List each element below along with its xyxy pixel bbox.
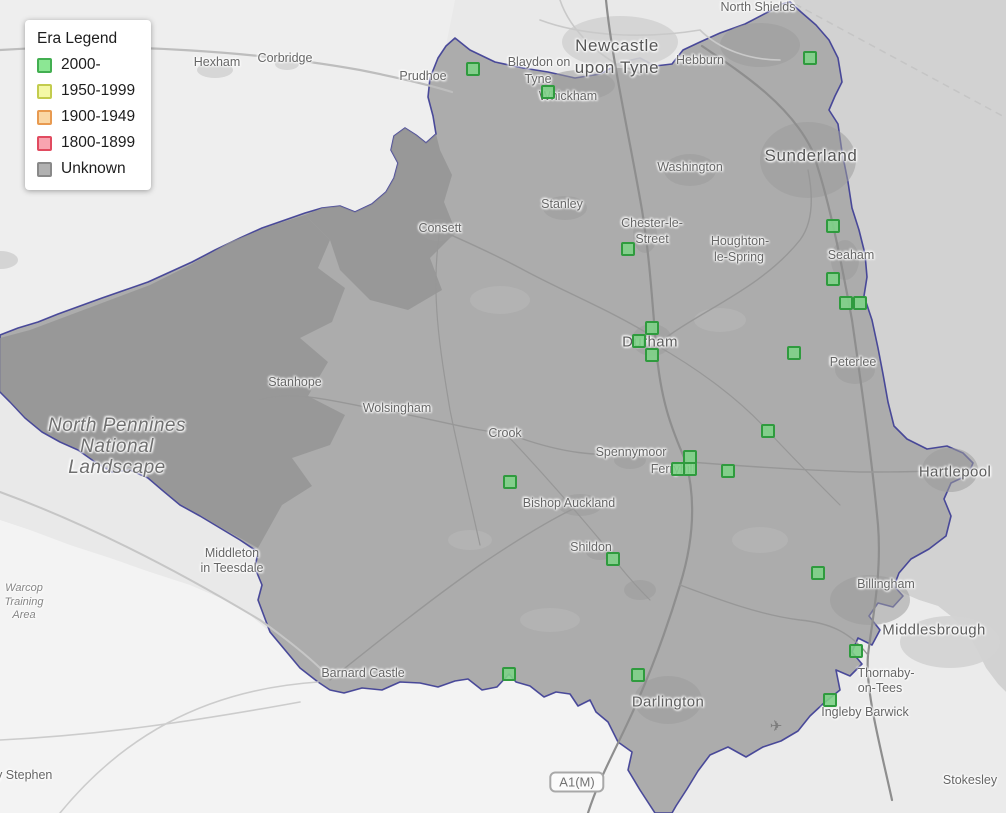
era-marker-2000[interactable] [631, 668, 645, 682]
era-marker-2000[interactable] [787, 346, 801, 360]
legend-item-1900-1949: 1900-1949 [37, 108, 135, 126]
legend-label: 1900-1949 [61, 108, 136, 125]
legend-item-1950-1999: 1950-1999 [37, 82, 135, 100]
era-marker-2000[interactable] [826, 219, 840, 233]
legend-item-unknown: Unknown [37, 160, 135, 178]
era-marker-2000[interactable] [721, 464, 735, 478]
legend-swatch-icon [37, 83, 52, 99]
era-marker-2000[interactable] [621, 242, 635, 256]
era-marker-2000[interactable] [645, 321, 659, 335]
era-marker-2000[interactable] [849, 644, 863, 658]
era-marker-2000[interactable] [645, 348, 659, 362]
road-badge-a1m: A1(M) [549, 771, 605, 793]
legend-swatch-icon [37, 135, 52, 151]
legend-label: Unknown [61, 160, 126, 177]
era-marker-2000[interactable] [541, 85, 555, 99]
legend-label: 2000- [61, 56, 101, 73]
era-marker-2000[interactable] [761, 424, 775, 438]
era-marker-2000[interactable] [503, 475, 517, 489]
era-marker-2000[interactable] [606, 552, 620, 566]
era-marker-2000[interactable] [811, 566, 825, 580]
legend-label: 1950-1999 [61, 82, 136, 99]
era-marker-2000[interactable] [826, 272, 840, 286]
legend-item-2000: 2000- [37, 56, 135, 74]
era-marker-2000[interactable] [466, 62, 480, 76]
map[interactable]: Era Legend 2000- 1950-1999 1900-1949 1800-1… [0, 0, 1006, 813]
legend-swatch-icon [37, 161, 52, 177]
era-marker-2000[interactable] [632, 334, 646, 348]
era-legend: Era Legend 2000- 1950-1999 1900-1949 1800-1… [25, 20, 152, 190]
era-marker-2000[interactable] [683, 462, 697, 476]
era-marker-2000[interactable] [823, 693, 837, 707]
legend-swatch-icon [37, 109, 52, 125]
era-marker-2000[interactable] [839, 296, 853, 310]
era-marker-2000[interactable] [803, 51, 817, 65]
legend-swatch-icon [37, 57, 52, 73]
legend-title: Era Legend [37, 30, 118, 47]
legend-label: 1800-1899 [61, 134, 136, 151]
era-marker-2000[interactable] [502, 667, 516, 681]
legend-item-1800-1899: 1800-1899 [37, 134, 135, 152]
era-marker-2000[interactable] [853, 296, 867, 310]
